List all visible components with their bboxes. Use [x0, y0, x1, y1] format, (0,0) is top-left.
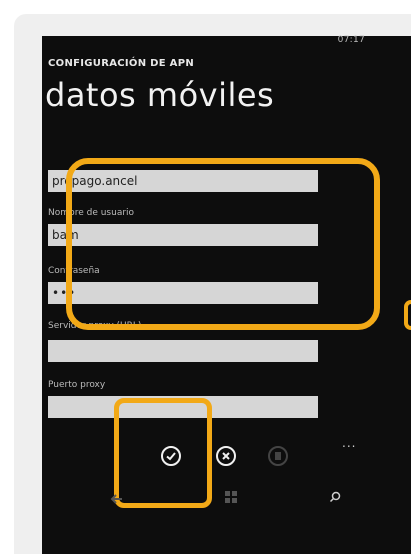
close-icon[interactable] [216, 446, 236, 466]
page-heading: CONFIGURACIÓN DE APN [48, 58, 194, 69]
proxy-port-label: Puerto proxy [48, 380, 106, 390]
navigation-bar [42, 482, 411, 512]
more-button[interactable]: ... [342, 436, 356, 450]
fields-highlight [66, 158, 380, 330]
windows-logo-icon[interactable] [224, 490, 238, 504]
page-title: datos móviles [45, 76, 275, 114]
search-icon[interactable] [329, 491, 341, 503]
check-icon[interactable] [161, 446, 181, 466]
status-clock: 07:17 [337, 35, 365, 45]
edge-highlight [404, 300, 411, 330]
proxy-server-field[interactable] [48, 340, 318, 362]
delete-icon [268, 446, 288, 466]
back-arrow-icon[interactable] [110, 492, 124, 506]
